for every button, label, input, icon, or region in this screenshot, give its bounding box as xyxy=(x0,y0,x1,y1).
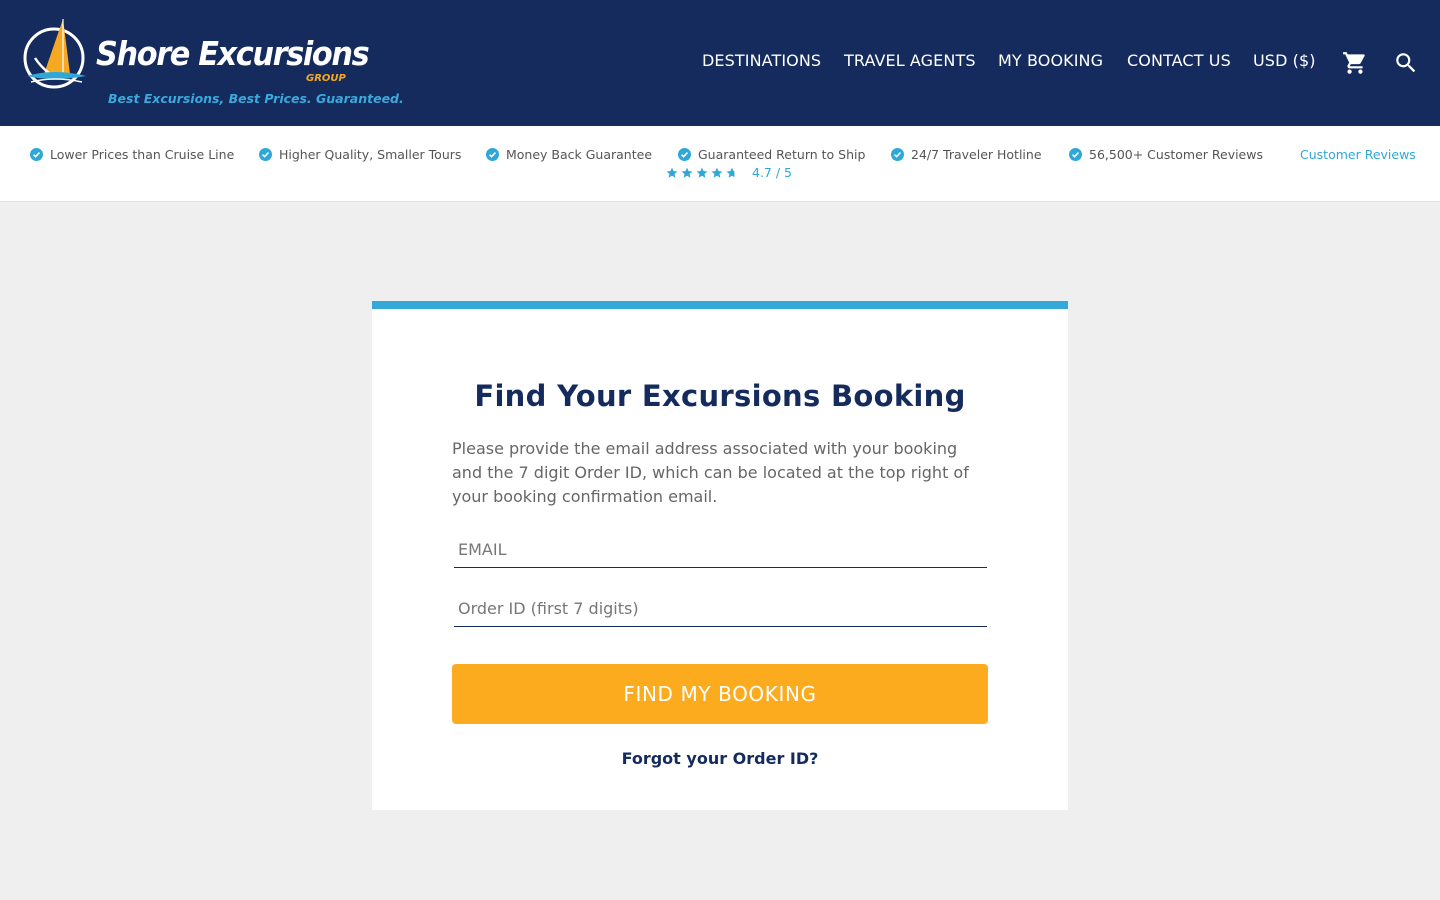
star-rating xyxy=(666,167,738,179)
email-field[interactable] xyxy=(454,532,987,568)
trust-item: Money Back Guarantee xyxy=(486,147,652,162)
star-icon xyxy=(696,167,708,178)
nav-my-booking[interactable]: MY BOOKING xyxy=(998,51,1103,70)
check-circle-icon xyxy=(678,148,691,161)
search-icon[interactable] xyxy=(1393,50,1419,80)
trust-item: 24/7 Traveler Hotline xyxy=(891,147,1042,162)
check-circle-icon xyxy=(259,148,272,161)
star-icon xyxy=(726,167,735,178)
brand-tagline: Best Excursions, Best Prices. Guaranteed… xyxy=(108,91,404,106)
check-circle-icon xyxy=(30,148,43,161)
trust-item: Guaranteed Return to Ship xyxy=(678,147,865,162)
site-header: Shore Excursions GROUP Best Excursions, … xyxy=(0,0,1440,126)
brand-group: GROUP xyxy=(306,73,346,84)
check-circle-icon xyxy=(891,148,904,161)
trust-item-label: Higher Quality, Smaller Tours xyxy=(279,147,462,162)
rating: 4.7 / 5 xyxy=(666,165,792,180)
rating-text: 4.7 / 5 xyxy=(752,165,792,180)
nav-travel-agents[interactable]: TRAVEL AGENTS xyxy=(844,51,976,70)
booking-lookup-card: Find Your Excursions Booking Please prov… xyxy=(372,301,1068,810)
site-logo[interactable]: Shore Excursions GROUP Best Excursions, … xyxy=(22,16,404,116)
page-title: Find Your Excursions Booking xyxy=(474,379,966,413)
check-circle-icon xyxy=(1069,148,1082,161)
trust-item-label: 24/7 Traveler Hotline xyxy=(911,147,1042,162)
nav-currency[interactable]: USD ($) xyxy=(1253,51,1316,70)
cart-icon[interactable] xyxy=(1342,50,1368,80)
trust-item-label: 56,500+ Customer Reviews xyxy=(1089,147,1263,162)
star-icon xyxy=(711,167,723,178)
order-id-field[interactable] xyxy=(454,591,987,627)
trust-bar: Lower Prices than Cruise Line Higher Qua… xyxy=(0,126,1440,202)
trust-item-label: Guaranteed Return to Ship xyxy=(698,147,866,162)
find-my-booking-button[interactable]: FIND MY BOOKING xyxy=(452,664,988,724)
star-icon xyxy=(681,167,693,178)
nav-contact-us[interactable]: CONTACT US xyxy=(1127,51,1231,70)
sailboat-logo-icon xyxy=(23,19,86,89)
trust-item-label: Lower Prices than Cruise Line xyxy=(50,147,235,162)
trust-item-label: Money Back Guarantee xyxy=(506,147,653,162)
trust-item: Higher Quality, Smaller Tours xyxy=(259,147,461,162)
trust-item: 56,500+ Customer Reviews xyxy=(1069,147,1263,162)
forgot-order-id-link[interactable]: Forgot your Order ID? xyxy=(372,749,1068,768)
brand-name: Shore Excursions xyxy=(96,34,370,73)
customer-reviews-link[interactable]: Customer Reviews xyxy=(1300,147,1416,162)
booking-instructions: Please provide the email address associa… xyxy=(452,439,969,506)
star-icon xyxy=(666,167,678,178)
nav-destinations[interactable]: DESTINATIONS xyxy=(702,51,821,70)
trust-item: Lower Prices than Cruise Line xyxy=(30,147,234,162)
check-circle-icon xyxy=(486,148,499,161)
